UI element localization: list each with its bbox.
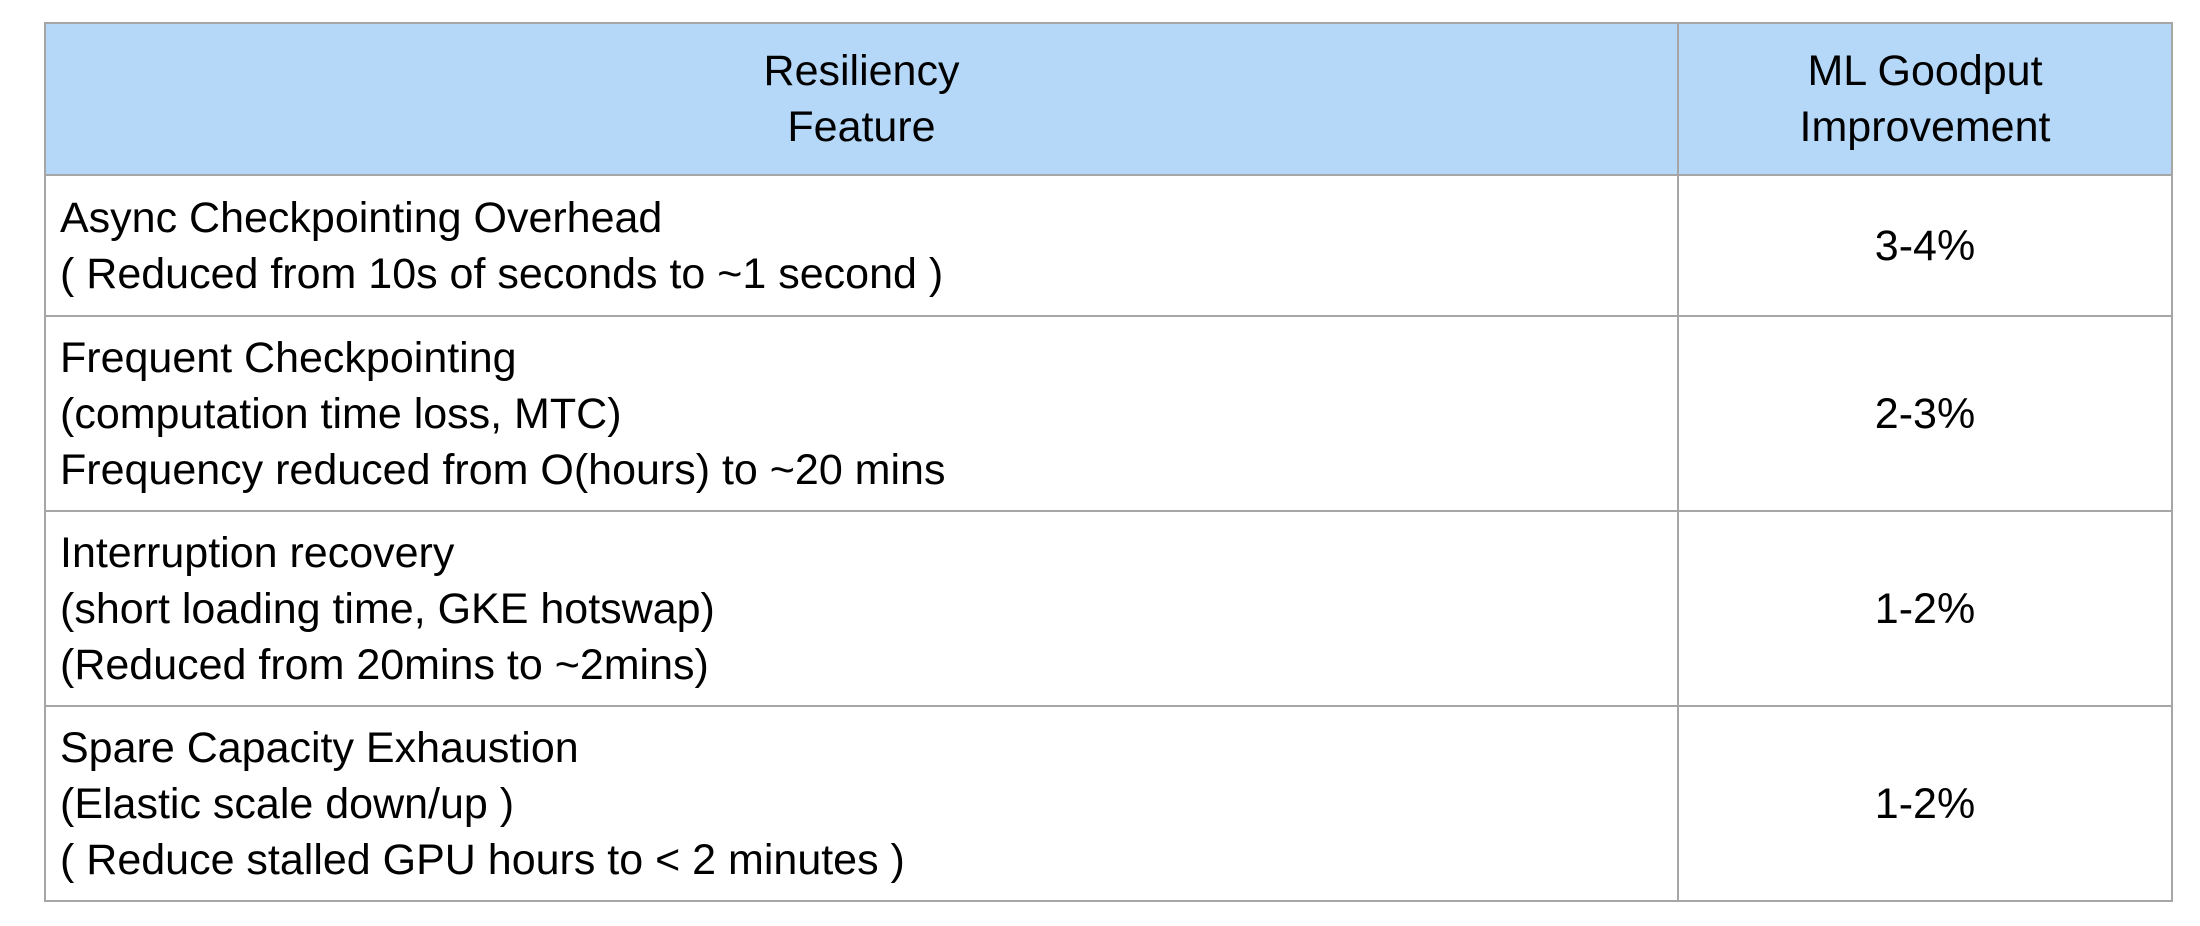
header-ml-goodput-improvement: ML Goodput Improvement (1677, 22, 2173, 176)
feature-line: ( Reduced from 10s of seconds to ~1 seco… (60, 249, 944, 298)
feature-line: Async Checkpointing Overhead (60, 193, 663, 242)
feature-cell: Async Checkpointing Overhead ( Reduced f… (44, 174, 1679, 317)
header-improvement-line: Improvement (1799, 103, 2051, 151)
table-row: Spare Capacity Exhaustion (Elastic scale… (44, 705, 2173, 902)
feature-line: (short loading time, GKE hotswap) (60, 584, 715, 633)
resiliency-goodput-table: Resiliency Feature ML Goodput Improvemen… (44, 22, 2173, 902)
feature-line: (Reduced from 20mins to ~2mins) (60, 640, 709, 689)
header-feature-line: Feature (787, 103, 936, 151)
improvement-cell: 1-2% (1677, 510, 2173, 707)
table-header-row: Resiliency Feature ML Goodput Improvemen… (44, 22, 2173, 176)
feature-cell: Spare Capacity Exhaustion (Elastic scale… (44, 705, 1679, 902)
feature-cell: Frequent Checkpointing (computation time… (44, 315, 1679, 512)
feature-line: ( Reduce stalled GPU hours to < 2 minute… (60, 835, 905, 884)
table-row: Async Checkpointing Overhead ( Reduced f… (44, 174, 2173, 317)
feature-line: Frequency reduced from O(hours) to ~20 m… (60, 445, 946, 494)
feature-cell: Interruption recovery (short loading tim… (44, 510, 1679, 707)
table-row: Frequent Checkpointing (computation time… (44, 315, 2173, 512)
feature-line: (computation time loss, MTC) (60, 389, 622, 438)
improvement-cell: 1-2% (1677, 705, 2173, 902)
feature-line: Frequent Checkpointing (60, 333, 517, 382)
improvement-cell: 3-4% (1677, 174, 2173, 317)
table-row: Interruption recovery (short loading tim… (44, 510, 2173, 707)
feature-line: Spare Capacity Exhaustion (60, 723, 579, 772)
feature-line: (Elastic scale down/up ) (60, 779, 515, 828)
header-resiliency-feature: Resiliency Feature (44, 22, 1679, 176)
header-feature-line: Resiliency (763, 47, 960, 95)
feature-line: Interruption recovery (60, 528, 455, 577)
header-improvement-line: ML Goodput (1807, 47, 2043, 95)
improvement-cell: 2-3% (1677, 315, 2173, 512)
